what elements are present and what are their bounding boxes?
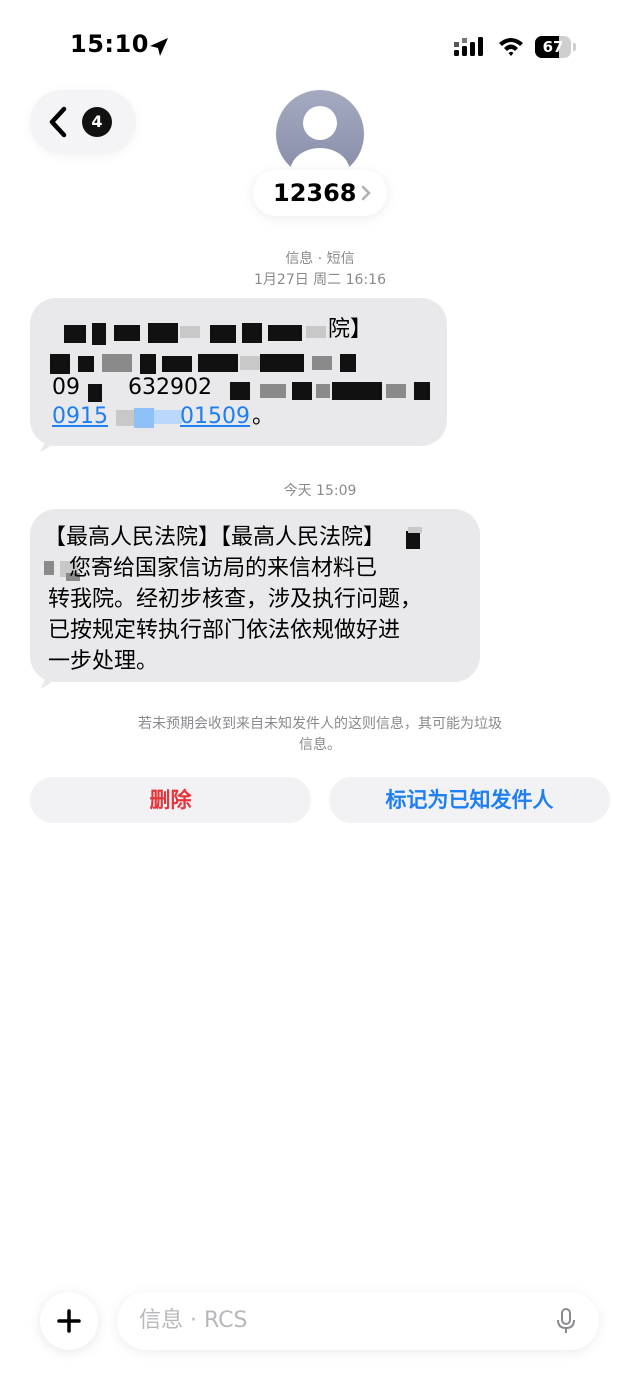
message1-phone-link-end[interactable]: 01509 [180, 401, 250, 432]
message-bubble-1[interactable]: 院】 09 632902 0915 01509 。 [30, 298, 447, 446]
message1-line3-mid: 632902 [128, 375, 212, 400]
back-button[interactable]: 4 [30, 90, 136, 154]
messages-screen: 15:10 67 4 12368 信息 · 短信 1月27日 周二 16:16 … [0, 0, 640, 1390]
message-timestamp: 1月27日 周二 16:16 [254, 272, 386, 288]
message2-line3: 转我院。经初步核查，涉及执行问题， [48, 587, 423, 612]
message1-line4-end: 。 [252, 404, 275, 429]
location-arrow-icon [150, 38, 168, 56]
wifi-icon [499, 38, 523, 56]
notice-line2: 信息。 [299, 737, 341, 753]
chevron-left-icon [49, 106, 67, 138]
message1-line1-tail: 院】 [328, 317, 373, 342]
plus-icon [57, 1309, 81, 1333]
contact-name-button[interactable]: 12368 [253, 170, 387, 216]
status-time: 15:10 [70, 30, 149, 58]
battery-icon: 67 [535, 36, 576, 58]
bubble-tail [40, 667, 66, 689]
message2-line1: 【最高人民法院】【最高人民法院】 [44, 525, 386, 550]
message2-line2: 您寄给国家信访局的来信材料已 [48, 556, 377, 581]
service-label: 信息 · 短信 [285, 251, 355, 267]
message2-line4: 已按规定转执行部门依法依规做好进 [48, 618, 401, 643]
message-timestamp-today: 今天 15:09 [283, 483, 357, 499]
microphone-icon[interactable] [555, 1307, 577, 1335]
battery-level: 67 [542, 38, 564, 56]
cellular-signal-icon [454, 37, 483, 56]
message-bubble-2[interactable]: 【最高人民法院】【最高人民法院】 您寄给国家信访局的来信材料已 转我院。经初步核… [30, 509, 480, 682]
contact-avatar[interactable] [276, 90, 364, 178]
notice-line1: 若未预期会收到来自未知发件人的这则信息，其可能为垃圾 [138, 716, 502, 732]
message1-line3-start: 09 [52, 375, 80, 400]
unread-count-badge: 4 [82, 107, 112, 137]
contact-name: 12368 [273, 179, 357, 207]
add-attachment-button[interactable] [40, 1292, 98, 1350]
avatar-person-icon [290, 106, 350, 178]
mark-as-known-sender-button[interactable]: 标记为已知发件人 [329, 777, 610, 823]
message1-phone-link-start[interactable]: 0915 [52, 401, 108, 432]
unknown-sender-notice: 若未预期会收到来自未知发件人的这则信息，其可能为垃圾 信息。 [100, 714, 540, 756]
delete-button[interactable]: 删除 [30, 777, 311, 823]
message-input[interactable]: 信息 · RCS [117, 1292, 599, 1350]
message-input-placeholder: 信息 · RCS [139, 1308, 248, 1333]
bubble-tail [40, 430, 66, 452]
chevron-right-icon [361, 185, 371, 201]
